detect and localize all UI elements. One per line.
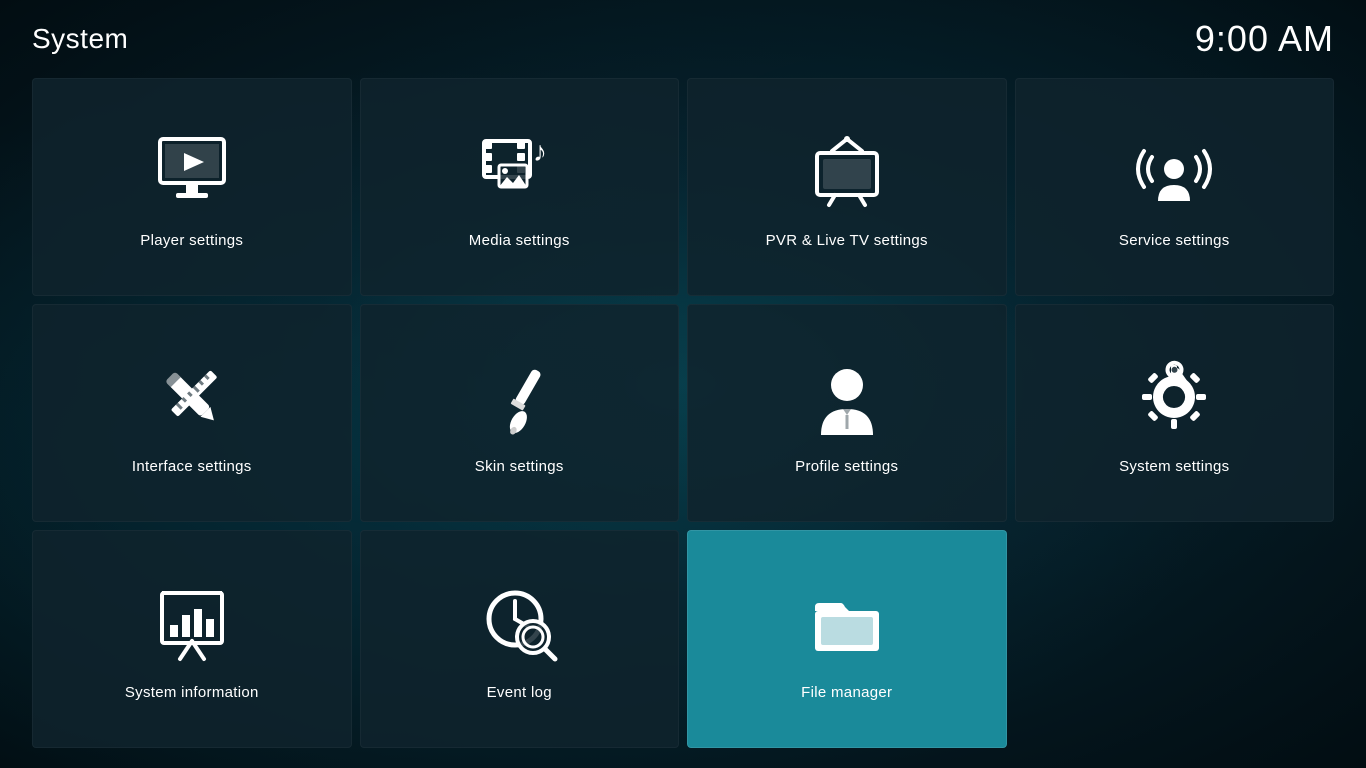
eventlog-icon — [474, 578, 564, 668]
skin-settings-tile[interactable]: Skin settings — [360, 304, 680, 522]
sysinfo-icon — [147, 578, 237, 668]
system-information-label: System information — [125, 684, 259, 701]
service-settings-tile[interactable]: Service settings — [1015, 78, 1335, 296]
file-manager-label: File manager — [801, 684, 892, 701]
system-settings-tile[interactable]: System settings — [1015, 304, 1335, 522]
event-log-label: Event log — [487, 684, 552, 701]
interface-icon — [147, 352, 237, 442]
media-icon: ♪ — [474, 126, 564, 216]
skin-settings-label: Skin settings — [475, 458, 564, 475]
media-settings-label: Media settings — [469, 232, 570, 249]
system-information-tile[interactable]: System information — [32, 530, 352, 748]
profile-settings-tile[interactable]: Profile settings — [687, 304, 1007, 522]
media-settings-tile[interactable]: ♪ Media settings — [360, 78, 680, 296]
header: System 9:00 AM — [0, 0, 1366, 70]
empty-tile — [1015, 530, 1335, 748]
page-title: System — [32, 23, 128, 55]
service-settings-label: Service settings — [1119, 232, 1230, 249]
skin-icon — [474, 352, 564, 442]
profile-icon — [802, 352, 892, 442]
player-settings-label: Player settings — [140, 232, 243, 249]
profile-settings-label: Profile settings — [795, 458, 898, 475]
svg-text:♪: ♪ — [533, 136, 547, 167]
event-log-tile[interactable]: Event log — [360, 530, 680, 748]
settings-grid: Player settings ♪ Media settings — [0, 70, 1366, 768]
system-settings-label: System settings — [1119, 458, 1229, 475]
clock: 9:00 AM — [1195, 18, 1334, 60]
pvr-icon — [802, 126, 892, 216]
pvr-settings-tile[interactable]: PVR & Live TV settings — [687, 78, 1007, 296]
pvr-settings-label: PVR & Live TV settings — [766, 232, 928, 249]
file-manager-tile[interactable]: File manager — [687, 530, 1007, 748]
filemanager-icon — [802, 578, 892, 668]
service-icon — [1129, 126, 1219, 216]
player-icon — [147, 126, 237, 216]
interface-settings-tile[interactable]: Interface settings — [32, 304, 352, 522]
player-settings-tile[interactable]: Player settings — [32, 78, 352, 296]
system-settings-icon — [1129, 352, 1219, 442]
interface-settings-label: Interface settings — [132, 458, 252, 475]
